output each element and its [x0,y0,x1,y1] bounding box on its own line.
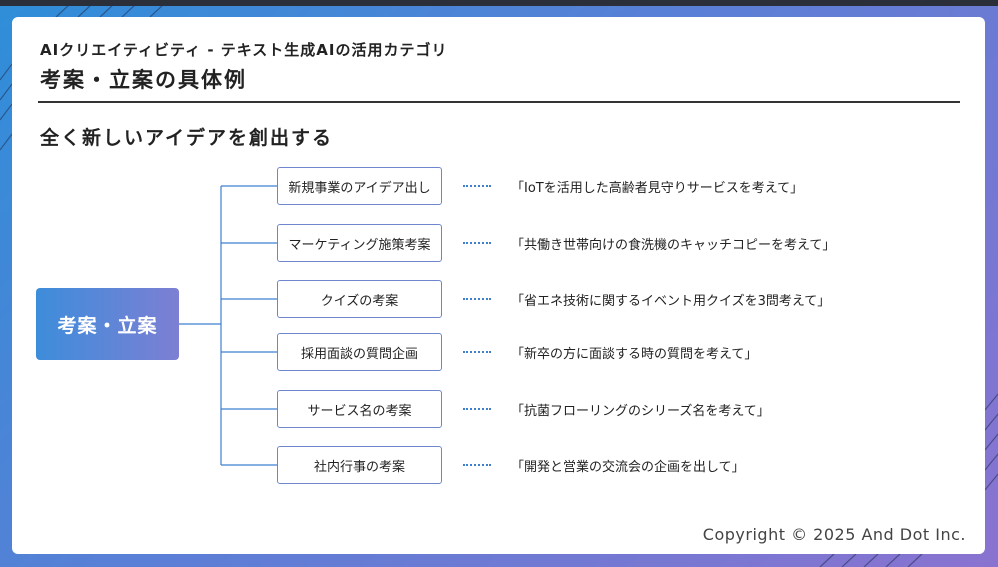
example-prompt: 「開発と営業の交流会の企画を出して」 [511,460,745,475]
dotted-connector [463,242,491,244]
category-box: クイズの考案 [277,280,442,318]
root-node: 考案・立案 [36,288,179,360]
slide-card: AIクリエイティビティ - テキスト生成AIの活用カテゴリ 考案・立案の具体例 … [12,17,985,554]
copyright-text: Copyright © 2025 And Dot Inc. [702,525,966,544]
dotted-connector [463,351,491,353]
dotted-connector [463,464,491,466]
dotted-connector [463,408,491,410]
top-bar [0,0,998,6]
example-prompt: 「省エネ技術に関するイベント用クイズを3問考えて」 [511,294,831,309]
tree-connectors [179,185,277,466]
example-prompt: 「新卒の方に面談する時の質問を考えて」 [511,347,758,362]
category-box: 社内行事の考案 [277,446,442,484]
category-box: 新規事業のアイデア出し [277,167,442,205]
category-box: サービス名の考案 [277,390,442,428]
category-box: 採用面談の質問企画 [277,333,442,371]
category-box: マーケティング施策考案 [277,224,442,262]
example-prompt: 「IoTを活用した高齢者見守りサービスを考えて」 [511,181,804,196]
example-prompt: 「共働き世帯向けの食洗機のキャッチコピーを考えて」 [511,238,836,253]
example-prompt: 「抗菌フローリングのシリーズ名を考えて」 [511,404,770,419]
dotted-connector [463,185,491,187]
dotted-connector [463,298,491,300]
